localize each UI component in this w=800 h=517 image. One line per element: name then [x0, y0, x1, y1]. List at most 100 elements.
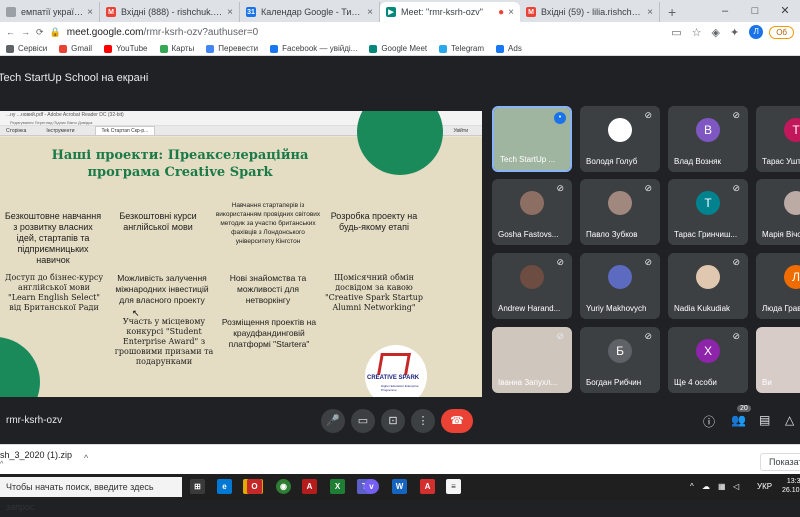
participant-tile[interactable]: Л⊘Люда Грав	[756, 253, 800, 319]
bookmark-facebook[interactable]: Facebook — увійді...	[270, 44, 357, 53]
participant-tile[interactable]: ⊘ Yuriy Makhovych	[580, 253, 660, 319]
participant-tile[interactable]: Т ⊘ Тарас Гринчиш...	[668, 179, 748, 245]
participant-tile[interactable]: Б ⊘ Богдан Рибчин	[580, 327, 660, 393]
url-field[interactable]: meet.google.com/rmr-ksrh-ozv?authuser=0	[67, 27, 661, 38]
minimize-icon[interactable]: –	[710, 0, 740, 22]
bookmark-telegram[interactable]: Telegram	[439, 44, 484, 53]
bookmark-ads[interactable]: Ads	[496, 44, 522, 53]
participant-tile[interactable]: ⊘ Nadia Kukudiak	[668, 253, 748, 319]
participant-tile[interactable]: ⊘Ви	[756, 327, 800, 393]
opera-icon[interactable]: O	[247, 479, 262, 494]
slide-item: Розміщення проектів на краудфандинговій …	[221, 317, 317, 349]
chat-icon[interactable]: ▤	[759, 413, 770, 427]
chrome-icon[interactable]: ◉	[276, 479, 291, 494]
forward-icon[interactable]: →	[21, 27, 30, 37]
tab-3[interactable]: ▶ Meet: "rmr-ksrh-ozv" ● ×	[380, 2, 520, 22]
mic-off-icon: ⊘	[644, 331, 652, 341]
tab-title: емпатії українською – Пол	[21, 7, 84, 17]
tray-network-icon[interactable]: ▦	[718, 482, 726, 491]
participant-tile[interactable]: В ⊘ Влад Возняк	[668, 106, 748, 172]
calendar-icon: 31	[246, 7, 256, 17]
info-icon[interactable]: ⓘ	[703, 413, 715, 430]
participant-name: Gosha Fastovs...	[498, 230, 559, 239]
update-button[interactable]: Об	[769, 25, 794, 39]
camera-button[interactable]: ▭	[351, 409, 375, 433]
close-window-icon[interactable]: ✕	[770, 0, 800, 22]
present-button[interactable]: ⊡	[381, 409, 405, 433]
camera-icon[interactable]: ▭	[671, 26, 681, 39]
download-shelf: sh_3_2020 (1).zip ^ ^ Показать	[0, 444, 800, 474]
tab-2[interactable]: 31 Календар Google - Тиждень (25 ×	[240, 2, 380, 22]
tray-chevron-icon[interactable]: ^	[690, 482, 694, 491]
close-icon[interactable]: ×	[367, 7, 373, 18]
participant-tile[interactable]: Т⊘Тарас Ушт	[756, 106, 800, 172]
maximize-icon[interactable]: □	[740, 0, 770, 22]
facebook-icon	[496, 44, 505, 53]
meet-icon: ▶	[386, 7, 396, 17]
edge-icon[interactable]: e	[217, 479, 232, 494]
participant-name: Павло Зубков	[586, 230, 638, 239]
participant-tile[interactable]: ⊘ Володя Голуб	[580, 106, 660, 172]
participant-tile[interactable]: ⊘ Gosha Fastovs...	[492, 179, 572, 245]
show-all-downloads-button[interactable]: Показать	[760, 453, 800, 471]
acrobat-icon[interactable]: A	[420, 479, 435, 494]
excel-icon[interactable]: X	[330, 479, 345, 494]
meet-icon	[369, 44, 378, 53]
viber-icon[interactable]: v	[364, 479, 379, 494]
participant-tile[interactable]: ⊘Марія Вічо	[756, 179, 800, 245]
language-indicator[interactable]: УКР	[757, 482, 772, 491]
lock-icon[interactable]: 🔒	[50, 27, 61, 38]
participant-name: Tech StartUp ...	[500, 155, 556, 164]
bookmark-meet[interactable]: Google Meet	[369, 44, 427, 53]
participant-tile[interactable]: ⊘ Іванна Запухл...	[492, 327, 572, 393]
profile-avatar[interactable]: Л	[749, 25, 764, 39]
decor-circle	[0, 337, 40, 397]
microphone-button[interactable]: 🎤	[321, 409, 345, 433]
tray-volume-icon[interactable]: ◁	[733, 482, 739, 491]
taskbar-clock[interactable]: 13:37 26.10.20	[782, 477, 800, 495]
bookmark-youtube[interactable]: YouTube	[104, 44, 148, 53]
tab-4[interactable]: M Вхідні (59) - lilia.rishchuk@nung ×	[520, 2, 660, 22]
participant-avatar: Т	[696, 191, 720, 215]
reload-icon[interactable]: ⟳	[36, 27, 44, 38]
download-file-name[interactable]: sh_3_2020 (1).zip	[0, 450, 72, 460]
new-tab-button[interactable]: +	[660, 2, 684, 22]
close-icon[interactable]: ×	[508, 7, 514, 18]
word-icon[interactable]: W	[392, 479, 407, 494]
bookmark-apps[interactable]: Сервіси	[6, 44, 47, 53]
close-icon[interactable]: ×	[87, 7, 93, 18]
shared-screen: ...ну ...новий.pdf - Adobe Acrobat Reade…	[0, 111, 482, 397]
bookmark-gmail[interactable]: Gmail	[59, 44, 92, 53]
end-call-button[interactable]: ☎	[441, 409, 473, 433]
gmail-icon	[59, 44, 68, 53]
participant-tile[interactable]: ⊘ Andrew Harand...	[492, 253, 572, 319]
clock-date: 26.10.20	[782, 487, 800, 494]
tab-0[interactable]: емпатії українською – Пол ×	[0, 2, 100, 22]
puzzle-icon[interactable]: ✦	[730, 26, 739, 39]
activities-icon[interactable]: △	[785, 413, 794, 427]
maps-icon	[159, 44, 168, 53]
participant-tile[interactable]: X ⊘ Ще 4 особи	[668, 327, 748, 393]
chevron-up-icon[interactable]: ^	[84, 453, 88, 463]
bookmark-maps[interactable]: Карты	[159, 44, 194, 53]
task-view-icon[interactable]: ⊞	[190, 479, 205, 494]
taskbar-search[interactable]: Чтобы начать поиск, введите здесь запрос	[0, 477, 182, 512]
phone-hangup-icon: ☎	[450, 415, 464, 427]
star-icon[interactable]: ☆	[692, 26, 702, 39]
participant-tile[interactable]: • Tech StartUp ...	[492, 106, 572, 172]
more-options-button[interactable]: ⋮	[411, 409, 435, 433]
tray-onedrive-icon[interactable]: ☁	[702, 482, 710, 491]
close-icon[interactable]: ×	[647, 7, 653, 18]
close-icon[interactable]: ×	[227, 7, 233, 18]
back-icon[interactable]: ←	[6, 27, 15, 37]
notepad-icon[interactable]: ≡	[446, 479, 461, 494]
pdf-reader-icon[interactable]: A	[302, 479, 317, 494]
people-icon[interactable]: 👥	[731, 413, 746, 427]
participant-avatar: Т	[784, 118, 800, 142]
bookmark-translate[interactable]: Перевести	[206, 44, 258, 53]
participant-avatar: В	[696, 118, 720, 142]
participant-tile[interactable]: ⊘ Павло Зубков	[580, 179, 660, 245]
tab-1[interactable]: M Вхідні (888) - rishchuk.l@gmail.c ×	[100, 2, 240, 22]
participant-name: Тарас Ушт	[762, 157, 800, 166]
extension-icon[interactable]: ◈	[712, 26, 720, 39]
